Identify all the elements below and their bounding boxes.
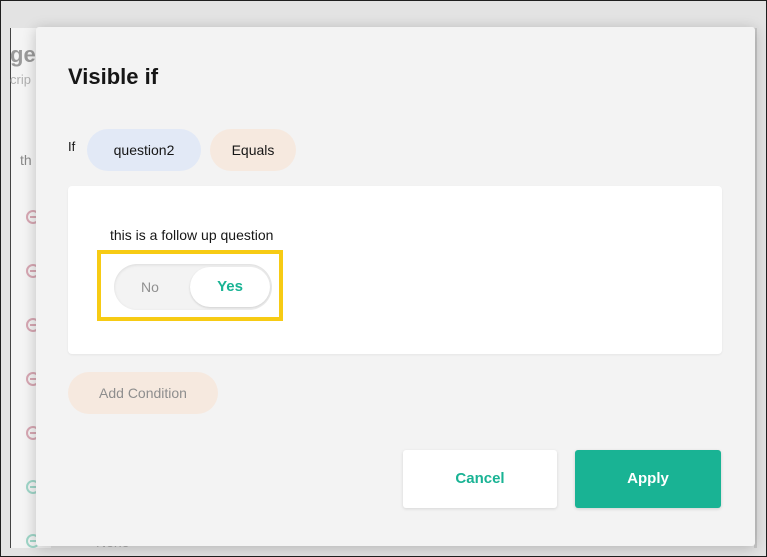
toggle-option-no[interactable]: No	[114, 264, 186, 310]
condition-value-card: this is a follow up question No Yes	[68, 186, 722, 354]
background-page-title: ge	[10, 42, 36, 67]
background-row-label: th	[20, 152, 32, 168]
add-condition-button[interactable]: Add Condition	[68, 372, 218, 414]
if-label: If	[68, 139, 76, 154]
operator-selector-chip[interactable]: Equals	[210, 129, 296, 171]
apply-button[interactable]: Apply	[575, 450, 721, 508]
toggle-option-yes[interactable]: Yes	[190, 267, 270, 307]
background-page-subtitle: crip	[10, 72, 31, 87]
cancel-button[interactable]: Cancel	[403, 450, 557, 508]
condition-question-text: this is a follow up question	[110, 227, 274, 243]
boolean-toggle[interactable]: No Yes	[114, 264, 272, 310]
visible-if-dialog: Visible if If question2 Equals this is a…	[36, 27, 755, 546]
dialog-title: Visible if	[68, 64, 159, 89]
question-selector-chip[interactable]: question2	[87, 129, 201, 171]
